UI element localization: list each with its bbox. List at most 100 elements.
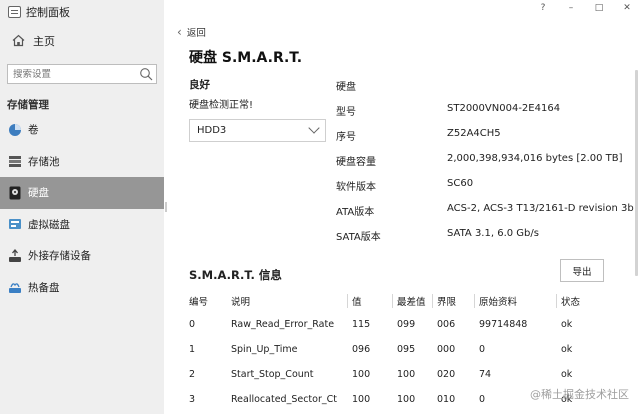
info-row-serial: 序号 Z52A4CH5 [336,128,626,143]
disk-info-heading: 硬盘 [336,82,356,93]
table-row[interactable]: 2 Start_Stop_Count 100 100 020 74 ok [189,362,601,387]
hot-spare-icon [8,280,22,294]
info-value: 2,000,398,934,016 bytes [2.00 TB] [447,153,623,164]
cell-id: 1 [189,344,196,355]
cell-description: Raw_Read_Error_Rate [231,319,335,330]
cell-description: Start_Stop_Count [231,369,314,380]
info-label: 硬盘容量 [336,157,376,168]
storage-management-heading: 存储管理 [7,99,49,111]
search-box[interactable] [7,64,157,84]
column-header-status[interactable]: 状态 [556,290,601,312]
cell-description: Reallocated_Sector_Ct [231,394,337,405]
main-panel: ‹ 返回 硬盘 S.M.A.R.T. 良好 硬盘检测正常! HDD3 硬盘 型号… [168,0,634,414]
sidebar-item-hard-disk[interactable]: 硬盘 [0,177,164,209]
search-icon[interactable] [139,67,153,81]
cell-status: ok [561,319,573,330]
info-label: 软件版本 [336,182,376,193]
sidebar-item-storage-pool[interactable]: 存储池 [0,146,164,178]
health-status: 良好 [189,79,210,91]
disk-select[interactable]: HDD3 [189,119,326,142]
health-message: 硬盘检测正常! [189,100,254,111]
column-header-id[interactable]: 编号 [189,290,231,312]
sidebar: 控制面板 主页 存储管理 卷 存储池 硬盘 [0,0,164,414]
sidebar-item-volume[interactable]: 卷 [0,114,164,146]
chevron-down-icon [308,122,320,134]
external-storage-icon [8,248,22,263]
cell-value: 100 [352,394,371,405]
cell-status: ok [561,344,573,355]
hard-disk-icon [8,186,22,200]
storage-pool-icon [8,154,22,168]
home-nav-item[interactable]: 主页 [0,24,164,57]
info-row-ata-version: ATA版本 ACS-2, ACS-3 T13/2161-D revision 3… [336,203,634,218]
table-header-row: 编号 说明 值 最差值 界限 原始资料 状态 [189,290,601,312]
info-label: SATA版本 [336,232,381,243]
info-value: ST2000VN004-2E4164 [447,103,561,114]
cell-raw-data: 99714848 [479,319,528,330]
sidebar-item-label: 硬盘 [28,187,49,200]
info-row-sata-version: SATA版本 SATA 3.1, 6.0 Gb/s [336,228,626,243]
info-row-capacity: 硬盘容量 2,000,398,934,016 bytes [2.00 TB] [336,153,626,168]
sidebar-item-label: 卷 [28,124,39,137]
cell-worst: 100 [397,369,416,380]
cell-worst: 095 [397,344,416,355]
column-header-raw-data[interactable]: 原始资料 [474,290,561,312]
sidebar-item-label: 外接存储设备 [28,250,91,263]
table-row[interactable]: 0 Raw_Read_Error_Rate 115 099 006 997148… [189,312,601,337]
sidebar-item-external-storage[interactable]: 外接存储设备 [0,240,164,272]
column-header-threshold[interactable]: 界限 [432,290,479,312]
info-value: ACS-2, ACS-3 T13/2161-D revision 3b [447,203,634,214]
control-panel-icon [8,6,21,18]
export-button[interactable]: 导出 [560,259,604,282]
cell-status: ok [561,369,573,380]
sidebar-nav: 卷 存储池 硬盘 虚拟磁盘 外接存储设备 热备盘 [0,114,164,303]
sidebar-item-label: 虚拟磁盘 [28,218,70,231]
smart-info-heading: S.M.A.R.T. 信息 [189,268,282,282]
cell-value: 096 [352,344,371,355]
home-icon [12,34,25,47]
disk-select-value: HDD3 [197,125,227,136]
sidebar-item-hot-spare[interactable]: 热备盘 [0,272,164,304]
home-label: 主页 [33,34,55,48]
volume-icon [8,123,22,137]
watermark: @稀土掘金技术社区 [530,386,629,402]
column-header-description[interactable]: 说明 [231,290,352,312]
cell-id: 0 [189,319,196,330]
search-input[interactable] [8,68,136,80]
info-row-firmware: 软件版本 SC60 [336,178,626,193]
info-value: SC60 [447,178,474,189]
cell-description: Spin_Up_Time [231,344,298,355]
sidebar-item-label: 热备盘 [28,281,60,294]
chevron-left-icon: ‹ [177,25,182,39]
watermark-text: @稀土掘金技术社区 [530,388,629,401]
info-label: 序号 [336,132,356,143]
cell-id: 3 [189,394,196,405]
info-label: ATA版本 [336,207,375,218]
back-label: 返回 [186,28,206,39]
cell-value: 100 [352,369,371,380]
sidebar-item-label: 存储池 [28,155,60,168]
cell-threshold: 006 [437,319,456,330]
cell-threshold: 010 [437,394,456,405]
app-title: 控制面板 [26,6,70,19]
cell-raw-data: 74 [479,369,492,380]
cell-threshold: 020 [437,369,456,380]
sidebar-resize-handle[interactable] [165,202,167,212]
table-row[interactable]: 1 Spin_Up_Time 096 095 000 0 ok [189,337,601,362]
cell-raw-data: 0 [479,344,486,355]
virtual-disk-icon [8,217,22,231]
app-title-bar: 控制面板 [8,4,70,20]
main-scrollbar[interactable] [635,70,638,276]
info-value: Z52A4CH5 [447,128,501,139]
cell-threshold: 000 [437,344,456,355]
cell-worst: 100 [397,394,416,405]
column-header-worst[interactable]: 最差值 [392,290,437,312]
info-label: 型号 [336,107,356,118]
cell-id: 2 [189,369,196,380]
cell-worst: 099 [397,319,416,330]
column-header-value[interactable]: 值 [347,290,397,312]
back-link[interactable]: ‹ 返回 [177,25,206,39]
sidebar-item-virtual-disk[interactable]: 虚拟磁盘 [0,209,164,241]
info-value: SATA 3.1, 6.0 Gb/s [447,228,539,239]
info-row-model: 型号 ST2000VN004-2E4164 [336,103,626,118]
